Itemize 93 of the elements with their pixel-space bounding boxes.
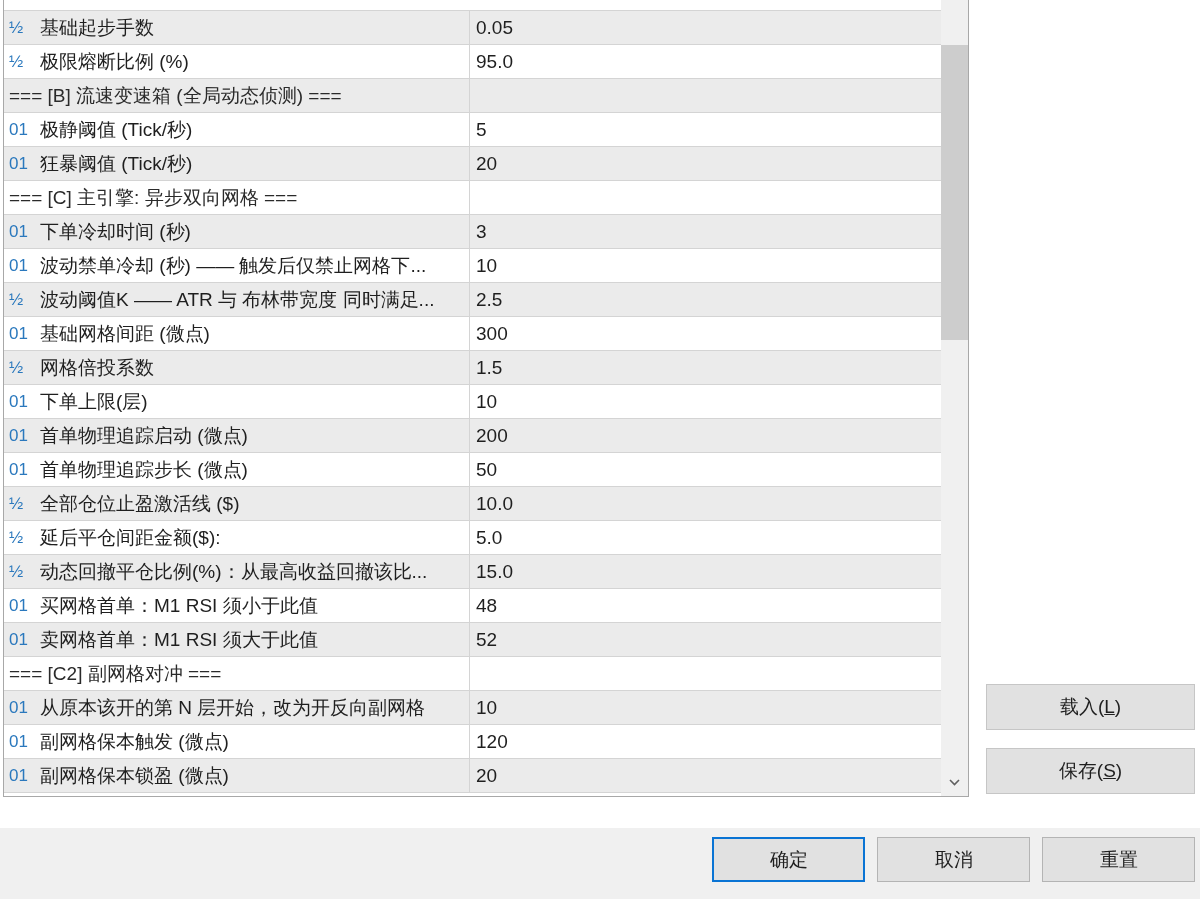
type-icon: 01 [9,459,40,480]
param-value: 5 [476,117,487,142]
type-icon: 01 [9,323,40,344]
type-icon: ½ [9,51,40,72]
section-title: === [C2] 副网格对冲 === [9,661,222,686]
param-value: 1.5 [476,355,503,380]
param-row[interactable]: 01 买网格首单：M1 RSI 须小于此值 48 [4,589,941,623]
param-value: 20 [476,763,498,788]
param-value: 20 [476,151,498,176]
param-row[interactable]: 01 下单上限(层) 10 [4,385,941,419]
param-name: 网格倍投系数 [40,355,154,380]
param-row[interactable]: ½ 全部仓位止盈激活线 ($) 10.0 [4,487,941,521]
param-row[interactable]: 01 首单物理追踪步长 (微点) 50 [4,453,941,487]
type-icon: 01 [9,595,40,616]
type-icon: 01 [9,765,40,786]
type-icon: ½ [9,527,40,548]
param-name: 卖网格首单：M1 RSI 须大于此值 [40,627,318,652]
type-icon: 01 [9,697,40,718]
param-row[interactable]: 01 狂暴阈值 (Tick/秒) 20 [4,147,941,181]
param-name: 基础网格间距 (微点) [40,321,210,346]
param-value: 300 [476,321,508,346]
param-name: 全部仓位止盈激活线 ($) [40,491,240,516]
param-value: 52 [476,627,498,652]
param-name: 首单物理追踪启动 (微点) [40,423,248,448]
param-value: 10 [476,389,498,414]
param-value: 5.0 [476,525,503,550]
param-row[interactable]: 01 波动禁单冷却 (秒) —— 触发后仅禁止网格下... 10 [4,249,941,283]
param-value: 2.5 [476,287,503,312]
param-row[interactable]: 01 副网格保本触发 (微点) 120 [4,725,941,759]
param-name: 首单物理追踪步长 (微点) [40,457,248,482]
param-name: 波动阈值K —— ATR 与 布林带宽度 同时满足... [40,287,435,312]
param-name: 极静阈值 (Tick/秒) [40,117,193,142]
param-row[interactable]: ½ 极限熔断比例 (%) 95.0 [4,45,941,79]
param-row[interactable]: 01 卖网格首单：M1 RSI 须大于此值 52 [4,623,941,657]
dialog-button[interactable]: 确定 [712,837,865,882]
param-row[interactable]: 01 副网格保本锁盈 (微点) 20 [4,759,941,793]
side-button[interactable]: 载入(L) [986,684,1195,730]
type-icon: 01 [9,391,40,412]
param-name: 动态回撤平仓比例(%)：从最高收益回撤该比... [40,559,428,584]
param-name: 狂暴阈值 (Tick/秒) [40,151,193,176]
param-value: 15.0 [476,559,513,584]
dialog-button[interactable]: 取消 [877,837,1030,882]
param-name: 从原本该开的第 N 层开始，改为开反向副网格 [40,695,426,720]
param-value: 120 [476,729,508,754]
param-row[interactable]: ½ 网格倍投系数 1.5 [4,351,941,385]
param-value: 10 [476,253,498,278]
param-value: 10 [476,695,498,720]
param-row[interactable]: 01 从原本该开的第 N 层开始，改为开反向副网格 10 [4,691,941,725]
type-icon: ½ [9,493,40,514]
param-name: 副网格保本触发 (微点) [40,729,229,754]
type-icon: 01 [9,425,40,446]
section-row[interactable]: === [C] 主引擎: 异步双向网格 === [4,181,941,215]
param-row[interactable]: ½ 延后平仓间距金额($): 5.0 [4,521,941,555]
param-value: 10.0 [476,491,513,516]
type-icon: 01 [9,255,40,276]
param-name: 基础起步手数 [40,15,154,40]
param-name: 极限熔断比例 (%) [40,49,189,74]
param-value: 0.05 [476,15,513,40]
param-name: 下单上限(层) [40,389,148,414]
param-name: 买网格首单：M1 RSI 须小于此值 [40,593,318,618]
type-icon: ½ [9,289,40,310]
scroll-down-icon[interactable] [949,779,960,786]
param-row[interactable]: ½ 基础起步手数 0.05 [4,11,941,45]
type-icon: 01 [9,221,40,242]
param-name: 副网格保本锁盈 (微点) [40,763,229,788]
type-icon: 01 [9,731,40,752]
param-row[interactable]: 01 首单物理追踪启动 (微点) 200 [4,419,941,453]
type-icon: ½ [9,17,40,38]
param-name: 波动禁单冷却 (秒) —— 触发后仅禁止网格下... [40,253,427,278]
param-value: 3 [476,219,487,244]
param-row[interactable]: 01 下单冷却时间 (秒) 3 [4,215,941,249]
param-value: 50 [476,457,498,482]
section-row[interactable]: === [C2] 副网格对冲 === [4,657,941,691]
side-button[interactable]: 保存(S) [986,748,1195,794]
param-value: 48 [476,593,498,618]
param-name: 下单冷却时间 (秒) [40,219,191,244]
scrollbar-thumb[interactable] [941,45,968,340]
section-title: === [C] 主引擎: 异步双向网格 === [9,185,298,210]
param-name: 延后平仓间距金额($): [40,525,221,550]
type-icon: 01 [9,153,40,174]
param-row[interactable]: ½ 动态回撤平仓比例(%)：从最高收益回撤该比... 15.0 [4,555,941,589]
param-row[interactable]: ½ 波动阈值K —— ATR 与 布林带宽度 同时满足... 2.5 [4,283,941,317]
dialog-button[interactable]: 重置 [1042,837,1195,882]
type-icon: ½ [9,561,40,582]
param-row[interactable]: 01 极静阈值 (Tick/秒) 5 [4,113,941,147]
type-icon: ½ [9,357,40,378]
type-icon: 01 [9,629,40,650]
param-value: 95.0 [476,49,513,74]
param-row[interactable]: 01 基础网格间距 (微点) 300 [4,317,941,351]
section-title: === [B] 流速变速箱 (全局动态侦测) === [9,83,342,108]
type-icon: 01 [9,119,40,140]
param-value: 200 [476,423,508,448]
scrollbar-track[interactable] [941,0,968,796]
